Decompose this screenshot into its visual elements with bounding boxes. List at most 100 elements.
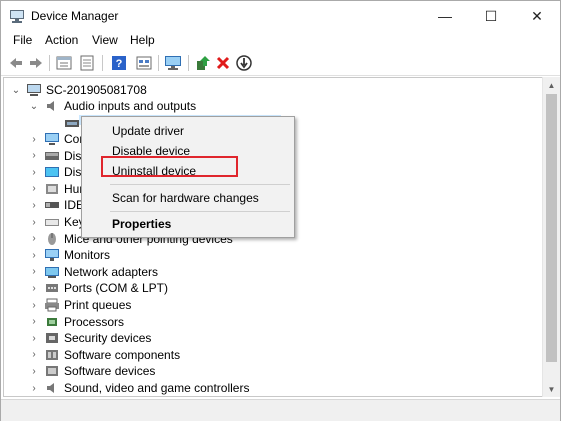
tree-item-label: Processors — [64, 314, 125, 329]
speaker-icon — [47, 101, 54, 111]
scan-computer-icon[interactable] — [164, 54, 182, 72]
uninstall-icon[interactable] — [214, 54, 232, 72]
tree-item[interactable]: › Disp — [28, 164, 88, 180]
expand-chevron-icon[interactable]: › — [28, 231, 40, 247]
scrollbar-thumb[interactable] — [546, 94, 557, 362]
disable-icon[interactable] — [235, 54, 253, 72]
toolbar-separator — [158, 55, 159, 71]
close-button[interactable]: ✕ — [514, 1, 560, 31]
expand-chevron-icon[interactable]: › — [28, 297, 40, 313]
expand-chevron-icon[interactable]: › — [28, 131, 40, 147]
tree-item[interactable]: › Security devices — [28, 330, 151, 346]
tree-item-label: Print queues — [64, 298, 132, 312]
expand-chevron-icon[interactable]: › — [28, 330, 40, 346]
tree-item[interactable]: › Processors — [28, 314, 124, 330]
menu-separator — [110, 211, 290, 212]
printer-icon — [45, 298, 59, 312]
expand-chevron-icon[interactable]: › — [28, 347, 40, 363]
help-icon[interactable]: ? — [110, 54, 128, 72]
processor-icon — [47, 317, 57, 326]
title-bar[interactable]: Device Manager — ☐ ✕ — [1, 1, 560, 31]
menu-help[interactable]: Help — [130, 33, 155, 47]
tree-item[interactable]: › IDE — [28, 197, 84, 213]
mouse-icon — [48, 232, 56, 245]
collapse-chevron-icon[interactable]: ⌄ — [28, 98, 40, 114]
tree-item-label: Ports (COM & LPT) — [64, 281, 169, 296]
toolbar-separator — [49, 55, 50, 71]
properties-icon[interactable] — [55, 54, 73, 72]
tree-item-label: Network adapters — [64, 264, 159, 279]
tree-root[interactable]: ⌄ SC-201905081708 — [10, 82, 147, 98]
tree-item[interactable]: › Software devices — [28, 363, 155, 379]
tree-item[interactable]: › Disk — [28, 148, 87, 164]
device-manager-icon — [10, 10, 24, 23]
network-adapter-icon — [45, 266, 59, 278]
scroll-down-icon[interactable]: ▼ — [543, 381, 560, 397]
menu-separator — [110, 184, 290, 185]
port-icon — [46, 284, 58, 293]
expand-chevron-icon[interactable]: › — [28, 164, 40, 180]
tree-group-label: Audio inputs and outputs — [64, 99, 197, 113]
status-bar — [1, 399, 560, 421]
expand-chevron-icon[interactable]: › — [28, 214, 40, 230]
expand-chevron-icon[interactable]: › — [28, 264, 40, 280]
tree-item[interactable]: › Software components — [28, 347, 180, 363]
context-menu: Update driver Disable device Uninstall d… — [81, 116, 295, 238]
expand-chevron-icon[interactable]: › — [28, 247, 40, 263]
expand-chevron-icon[interactable]: › — [28, 380, 40, 396]
toolbar: ? — [1, 51, 560, 76]
show-hide-icon[interactable] — [78, 54, 96, 72]
toolbar-separator — [188, 55, 189, 71]
display-adapter-icon — [45, 167, 59, 178]
computer-icon — [45, 133, 59, 145]
menu-view[interactable]: View — [92, 33, 118, 47]
keyboard-icon — [45, 219, 59, 226]
tree-item[interactable]: › Monitors — [28, 247, 110, 263]
disk-drive-icon — [45, 151, 59, 160]
toolbar-separator — [102, 55, 103, 71]
tree-item[interactable]: › Key — [28, 214, 84, 230]
collapse-chevron-icon[interactable]: ⌄ — [10, 82, 22, 98]
forward-icon[interactable] — [27, 54, 45, 72]
close-icon: ✕ — [531, 7, 543, 24]
tree-item-label: Security devices — [64, 331, 152, 346]
menu-bar: File Action View Help — [1, 31, 560, 51]
tree-group-audio[interactable]: ⌄ Audio inputs and outputs — [28, 98, 196, 114]
monitor-icon — [45, 249, 59, 262]
menu-item-properties[interactable]: Properties — [112, 217, 171, 231]
maximize-button[interactable]: ☐ — [468, 1, 514, 31]
menu-file[interactable]: File — [13, 33, 32, 47]
software-component-icon — [46, 349, 58, 360]
vertical-scrollbar[interactable]: ▲ ▼ — [542, 77, 560, 397]
uninstall-highlight-box — [101, 156, 238, 177]
menu-item-update-driver[interactable]: Update driver — [112, 124, 184, 138]
tree-item[interactable]: › Network adapters — [28, 264, 158, 280]
menu-action[interactable]: Action — [45, 33, 78, 47]
expand-chevron-icon[interactable]: › — [28, 363, 40, 379]
expand-chevron-icon[interactable]: › — [28, 280, 40, 296]
action-properties-icon[interactable] — [135, 54, 153, 72]
software-device-icon — [46, 366, 58, 377]
audio-device-icon — [65, 120, 79, 127]
tree-item-label: Software devices — [64, 364, 156, 379]
expand-chevron-icon[interactable]: › — [28, 181, 40, 197]
tree-item-label: Monitors — [64, 248, 111, 263]
update-driver-icon[interactable] — [194, 54, 212, 72]
minimize-button[interactable]: — — [422, 1, 468, 31]
tree-item[interactable]: › Print queues — [28, 297, 131, 313]
svg-text:?: ? — [116, 58, 123, 70]
back-icon[interactable] — [7, 54, 25, 72]
menu-item-scan-hardware[interactable]: Scan for hardware changes — [112, 191, 259, 205]
sound-icon — [47, 383, 54, 393]
expand-chevron-icon[interactable]: › — [28, 148, 40, 164]
window-title: Device Manager — [31, 9, 119, 23]
scroll-up-icon[interactable]: ▲ — [543, 77, 560, 93]
tree-item[interactable]: › Ports (COM & LPT) — [28, 280, 168, 296]
minimize-icon: — — [438, 8, 452, 24]
device-manager-window: Device Manager — ☐ ✕ File Action View He… — [0, 0, 561, 421]
ide-controller-icon — [45, 202, 59, 209]
expand-chevron-icon[interactable]: › — [28, 314, 40, 330]
expand-chevron-icon[interactable]: › — [28, 197, 40, 213]
tree-item[interactable]: › Sound, video and game controllers — [28, 380, 249, 396]
